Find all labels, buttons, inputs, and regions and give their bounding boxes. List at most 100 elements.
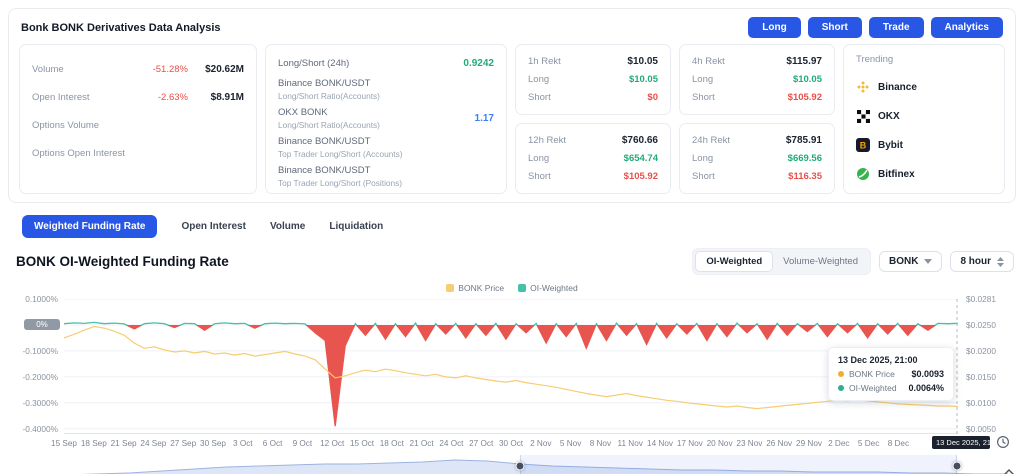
x-axis-label: 26 Nov bbox=[766, 439, 792, 448]
price-dot-icon bbox=[838, 371, 844, 377]
ratio-row: Binance BONK/USDT Top Trader Long/Short … bbox=[278, 133, 494, 162]
chart-legend: BONK Price OI-Weighted bbox=[8, 281, 1016, 295]
navigator-handle-left[interactable] bbox=[515, 462, 524, 471]
funding-rate-chart[interactable]: BONK Price OI-Weighted 13 Dec 2025, 21:0… bbox=[8, 281, 1016, 453]
navigator-selection[interactable] bbox=[520, 455, 957, 474]
x-axis-label: 15 Sep bbox=[51, 439, 77, 448]
bitfinex-icon bbox=[856, 167, 870, 181]
rekt-long-label: Long bbox=[692, 153, 713, 164]
rekt-cards-grid: 1h Rekt$10.05 Long$10.05 Short$0 4h Rekt… bbox=[515, 44, 835, 194]
ratio-value: 0.9242 bbox=[463, 58, 494, 69]
trending-item-okx[interactable]: OKX bbox=[856, 109, 992, 123]
trending-item-bybit[interactable]: B Bybit bbox=[856, 138, 992, 152]
analytics-button[interactable]: Analytics bbox=[931, 17, 1003, 38]
history-icon[interactable] bbox=[996, 435, 1010, 449]
ratio-sublabel: Long/Short Ratio(Accounts) bbox=[278, 120, 380, 130]
rekt-long-label: Long bbox=[692, 74, 713, 85]
ratio-label: Binance BONK/USDT bbox=[278, 165, 402, 176]
tooltip-date: 13 Dec 2025, 21:00 bbox=[838, 355, 944, 365]
legend-item-oi-weighted[interactable]: OI-Weighted bbox=[518, 283, 578, 293]
tab-liquidation[interactable]: Liquidation bbox=[329, 215, 383, 238]
rekt-total: $10.05 bbox=[627, 56, 658, 67]
trending-item-label: Binance bbox=[878, 82, 917, 93]
stat-change: -2.63% bbox=[158, 92, 188, 103]
x-axis-label: 12 Oct bbox=[320, 439, 344, 448]
rekt-short-label: Short bbox=[528, 92, 551, 103]
chart-plot[interactable] bbox=[64, 299, 958, 434]
rekt-total: $785.91 bbox=[786, 135, 822, 146]
long-button[interactable]: Long bbox=[748, 17, 800, 38]
x-axis-label: 24 Oct bbox=[439, 439, 463, 448]
stat-value: $8.91M bbox=[188, 92, 244, 103]
stat-row-options-volume: Options Volume bbox=[32, 111, 244, 139]
trending-item-label: Bitfinex bbox=[878, 169, 915, 180]
short-button[interactable]: Short bbox=[808, 17, 862, 38]
ratio-sublabel: Top Trader Long/Short (Positions) bbox=[278, 178, 402, 188]
legend-item-bonk-price[interactable]: BONK Price bbox=[446, 283, 504, 293]
rekt-short-value: $0 bbox=[647, 92, 658, 103]
stats-cards-row: Volume -51.28% $20.62M Open Interest -2.… bbox=[9, 42, 1015, 202]
rekt-title: 24h Rekt bbox=[692, 135, 730, 146]
interval-select[interactable]: 8 hour bbox=[950, 251, 1014, 272]
tab-volume[interactable]: Volume bbox=[270, 215, 305, 238]
navigator-handle-right[interactable] bbox=[953, 462, 962, 471]
x-axis-label: 5 Dec bbox=[858, 439, 879, 448]
x-axis-label: 21 Oct bbox=[410, 439, 434, 448]
trending-item-bitfinex[interactable]: Bitfinex bbox=[856, 167, 992, 181]
stat-label: Options Open Interest bbox=[32, 148, 125, 159]
ratio-row: Binance BONK/USDT Top Trader Long/Short … bbox=[278, 162, 494, 191]
symbol-select[interactable]: BONK bbox=[879, 251, 942, 272]
page-title: Bonk BONK Derivatives Data Analysis bbox=[21, 22, 221, 34]
volume-weighted-option[interactable]: Volume-Weighted bbox=[773, 251, 868, 272]
y-axis-right-label: $0.0250 bbox=[960, 320, 1016, 330]
tooltip-label: OI-Weighted bbox=[849, 383, 897, 393]
tooltip-value: $0.0093 bbox=[911, 369, 944, 379]
tab-weighted-funding-rate[interactable]: Weighted Funding Rate bbox=[22, 215, 157, 238]
trending-title: Trending bbox=[856, 54, 992, 65]
rekt-card-4h: 4h Rekt$115.97 Long$10.05 Short$105.92 bbox=[679, 44, 835, 115]
bybit-icon: B bbox=[856, 138, 870, 152]
chart-navigator[interactable] bbox=[64, 455, 1008, 474]
x-axis-label: 9 Oct bbox=[293, 439, 313, 448]
rekt-card-12h: 12h Rekt$760.66 Long$654.74 Short$105.92 bbox=[515, 123, 671, 194]
ratio-row: OKX BONK Long/Short Ratio(Accounts) 1.17 bbox=[278, 104, 494, 133]
derivatives-panel: Bonk BONK Derivatives Data Analysis Long… bbox=[8, 8, 1016, 203]
y-axis-right-label: $0.0200 bbox=[960, 346, 1016, 356]
tab-open-interest[interactable]: Open Interest bbox=[181, 215, 245, 238]
rekt-title: 1h Rekt bbox=[528, 56, 561, 67]
x-axis-label: 30 Sep bbox=[200, 439, 226, 448]
rekt-long-value: $654.74 bbox=[624, 153, 658, 164]
oi-weighted-option[interactable]: OI-Weighted bbox=[695, 251, 773, 272]
market-stats-card: Volume -51.28% $20.62M Open Interest -2.… bbox=[19, 44, 257, 194]
legend-swatch-teal bbox=[518, 284, 526, 292]
symbol-select-value: BONK bbox=[889, 256, 918, 267]
y-axis-left-label: -0.3000% bbox=[8, 398, 58, 408]
tooltip-value: 0.0064% bbox=[908, 383, 944, 393]
panel-header: Bonk BONK Derivatives Data Analysis Long… bbox=[9, 9, 1015, 42]
x-axis-label: 2 Nov bbox=[530, 439, 551, 448]
y-axis-right-label: $0.0150 bbox=[960, 372, 1016, 382]
ratio-sublabel: Top Trader Long/Short (Accounts) bbox=[278, 149, 403, 159]
rekt-short-label: Short bbox=[528, 171, 551, 182]
ratio-row: Binance BONK/USDT Long/Short Ratio(Accou… bbox=[278, 75, 494, 104]
rekt-card-24h: 24h Rekt$785.91 Long$669.56 Short$116.35 bbox=[679, 123, 835, 194]
trending-item-binance[interactable]: Binance bbox=[856, 80, 992, 94]
trending-item-label: OKX bbox=[878, 111, 900, 122]
ratio-value: 1.17 bbox=[475, 113, 494, 124]
header-actions: Long Short Trade Analytics bbox=[748, 17, 1003, 38]
stat-label: Open Interest bbox=[32, 92, 90, 103]
x-axis-label: 20 Nov bbox=[707, 439, 733, 448]
rekt-short-label: Short bbox=[692, 171, 715, 182]
long-short-ratio-card: Long/Short (24h) 0.9242 Binance BONK/USD… bbox=[265, 44, 507, 194]
trade-button[interactable]: Trade bbox=[869, 17, 924, 38]
rekt-short-value: $105.92 bbox=[788, 92, 822, 103]
stat-row-open-interest: Open Interest -2.63% $8.91M bbox=[32, 83, 244, 111]
stat-value: $20.62M bbox=[188, 64, 244, 75]
x-axis-label: 6 Oct bbox=[263, 439, 283, 448]
rekt-long-label: Long bbox=[528, 153, 549, 164]
chevron-up-icon[interactable] bbox=[1003, 463, 1015, 471]
weighting-toggle: OI-Weighted Volume-Weighted bbox=[692, 248, 871, 275]
ratio-label: Binance BONK/USDT bbox=[278, 136, 403, 147]
rekt-title: 12h Rekt bbox=[528, 135, 566, 146]
y-axis-left-label: -0.1000% bbox=[8, 346, 58, 356]
